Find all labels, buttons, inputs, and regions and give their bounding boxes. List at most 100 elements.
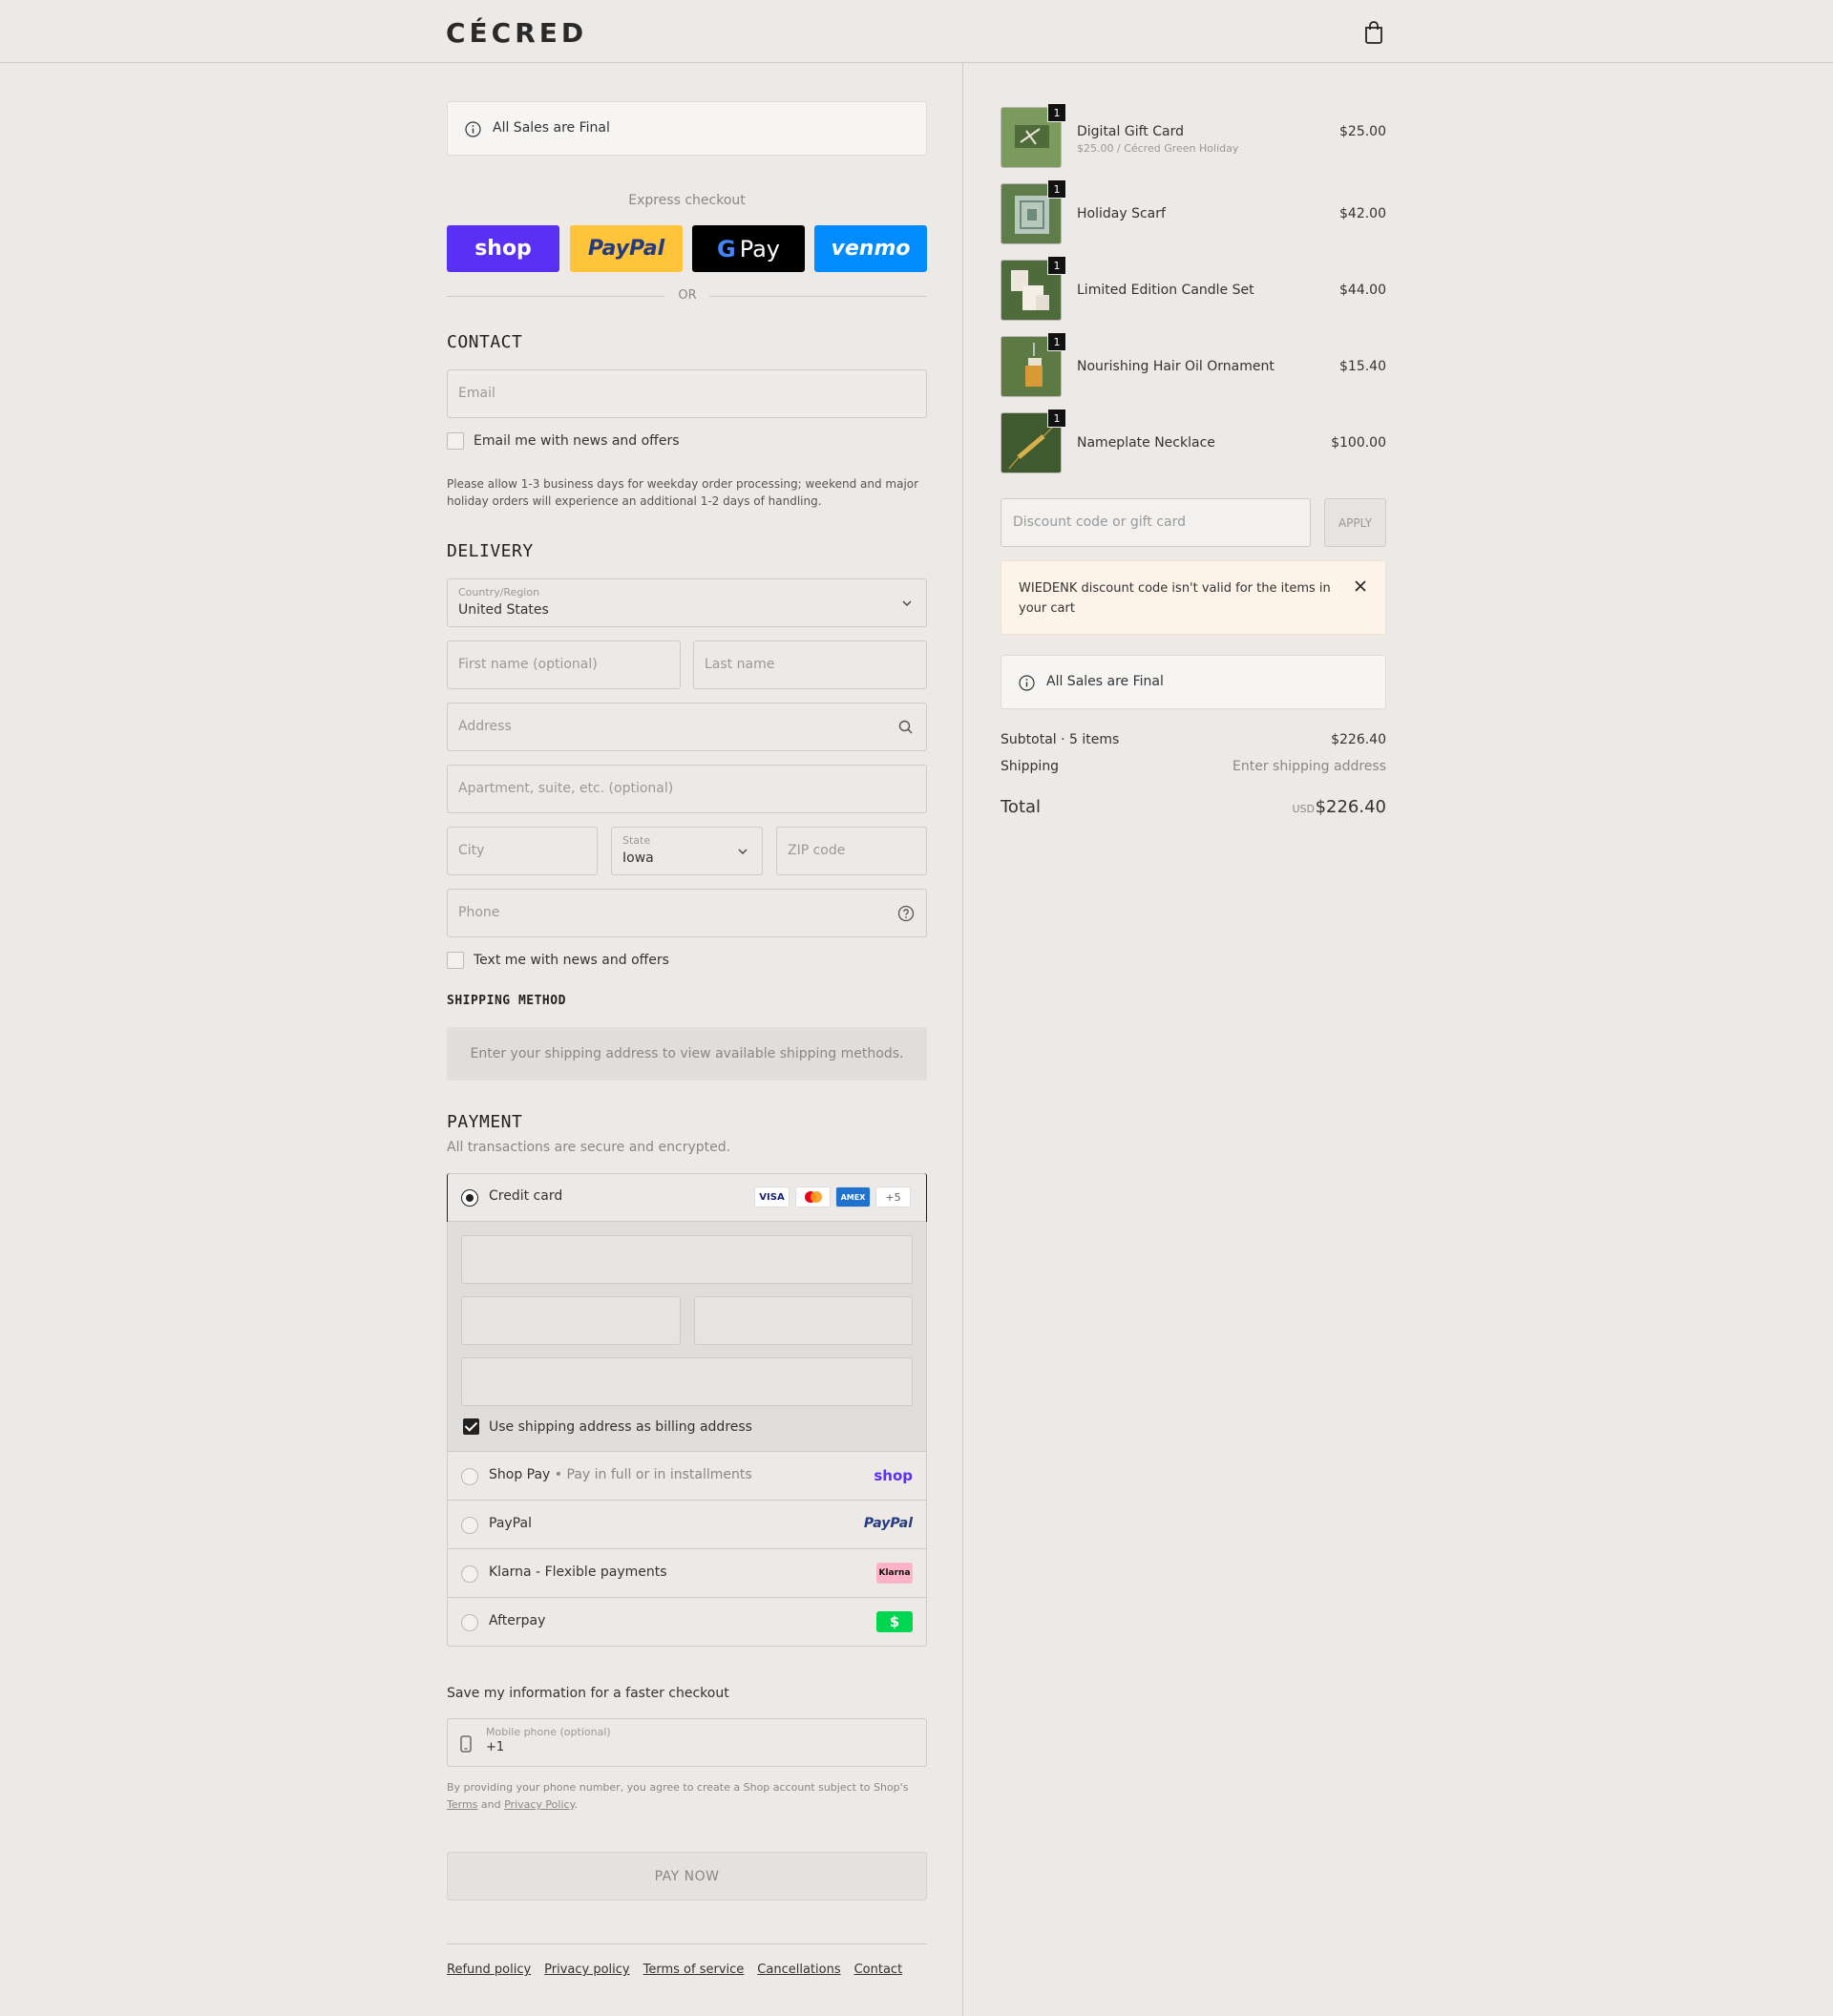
credit-card-radio[interactable] bbox=[461, 1189, 478, 1207]
klarna-option[interactable]: Klarna - Flexible payments Klarna bbox=[448, 1548, 926, 1597]
legal-and: and bbox=[480, 1798, 501, 1811]
item-name: Holiday Scarf bbox=[1077, 206, 1166, 221]
shop-legal-text: By providing your phone number, you agre… bbox=[447, 1781, 909, 1811]
pay-now-button[interactable]: PAY NOW bbox=[447, 1852, 927, 1900]
country-value: United States bbox=[458, 602, 549, 618]
shop-pay-button[interactable]: shop bbox=[447, 225, 559, 272]
payment-methods: Credit card VISA AMEX +5 Use shipping ad… bbox=[447, 1173, 927, 1647]
paypal-label: PayPal bbox=[489, 1516, 532, 1531]
item-price: $15.40 bbox=[1339, 359, 1386, 374]
paypal-radio[interactable] bbox=[461, 1517, 478, 1534]
card-cvv-input[interactable] bbox=[694, 1296, 913, 1345]
express-checkout-label: Express checkout bbox=[628, 193, 746, 208]
shopping-bag-icon[interactable] bbox=[1363, 21, 1384, 44]
zip-placeholder: ZIP code bbox=[788, 843, 846, 858]
email-placeholder: Email bbox=[458, 386, 495, 401]
apartment-field[interactable]: Apartment, suite, etc. (optional) bbox=[447, 765, 927, 813]
visa-icon: VISA bbox=[754, 1186, 790, 1208]
venmo-button[interactable]: venmo bbox=[814, 225, 927, 272]
sales-final-notice: All Sales are Final bbox=[447, 101, 927, 156]
shipping-value: Enter shipping address bbox=[1233, 759, 1386, 774]
phone-placeholder: Phone bbox=[458, 905, 500, 920]
country-select[interactable]: Country/Region United States bbox=[447, 578, 927, 627]
zip-field[interactable]: ZIP code bbox=[776, 827, 927, 875]
sms-optin[interactable]: Text me with news and offers bbox=[447, 951, 669, 970]
item-name: Digital Gift Card bbox=[1077, 124, 1184, 139]
afterpay-radio[interactable] bbox=[461, 1614, 478, 1631]
billing-same-checkbox[interactable] bbox=[463, 1418, 479, 1435]
chevron-down-icon bbox=[738, 849, 748, 854]
mobile-phone-icon bbox=[460, 1735, 472, 1753]
cash-app-icon: $ bbox=[876, 1611, 913, 1632]
google-pay-button[interactable]: G Pay bbox=[692, 225, 805, 272]
apply-discount-button[interactable]: APPLY bbox=[1324, 498, 1386, 547]
cart-item: 1 Digital Gift Card $25.00 / Cécred Gree… bbox=[1001, 103, 1386, 168]
mobile-phone-value: +1 bbox=[486, 1740, 505, 1754]
shop-pay-option[interactable]: Shop Pay • Pay in full or in installment… bbox=[448, 1451, 926, 1500]
discount-error-banner: WIEDENK discount code isn't valid for th… bbox=[1001, 560, 1386, 635]
card-name-input[interactable] bbox=[461, 1357, 913, 1406]
shop-pay-radio[interactable] bbox=[461, 1468, 478, 1485]
terms-of-service-link[interactable]: Terms of service bbox=[643, 1963, 745, 1977]
refund-policy-link[interactable]: Refund policy bbox=[447, 1963, 531, 1977]
privacy-policy-link[interactable]: Privacy policy bbox=[544, 1963, 629, 1977]
shipping-method-message: Enter your shipping address to view avai… bbox=[447, 1027, 927, 1081]
last-name-field[interactable]: Last name bbox=[693, 640, 927, 689]
or-divider: OR bbox=[447, 286, 927, 305]
paypal-option[interactable]: PayPal PayPal bbox=[448, 1500, 926, 1548]
item-name: Nameplate Necklace bbox=[1077, 435, 1215, 451]
save-info-title: Save my information for a faster checkou… bbox=[447, 1686, 729, 1701]
item-name: Nourishing Hair Oil Ornament bbox=[1077, 359, 1275, 374]
quantity-badge: 1 bbox=[1047, 409, 1066, 428]
last-name-placeholder: Last name bbox=[705, 657, 775, 672]
email-optin-checkbox[interactable] bbox=[447, 432, 464, 450]
apartment-placeholder: Apartment, suite, etc. (optional) bbox=[458, 781, 674, 796]
paypal-button[interactable]: PayPal bbox=[570, 225, 683, 272]
country-label: Country/Region bbox=[458, 586, 540, 598]
google-g-icon: G bbox=[716, 235, 736, 262]
billing-same-option[interactable]: Use shipping address as billing address bbox=[463, 1418, 752, 1435]
klarna-label: Klarna - Flexible payments bbox=[489, 1564, 667, 1580]
header: CÉCRED bbox=[0, 0, 1833, 63]
city-field[interactable]: City bbox=[447, 827, 598, 875]
close-icon[interactable] bbox=[1353, 578, 1368, 594]
or-line-right bbox=[709, 296, 927, 297]
cancellations-link[interactable]: Cancellations bbox=[757, 1963, 840, 1977]
discount-placeholder: Discount code or gift card bbox=[1013, 514, 1186, 530]
item-variant: $25.00 / Cécred Green Holiday bbox=[1077, 142, 1239, 155]
or-line-left bbox=[447, 296, 664, 297]
item-price: $44.00 bbox=[1339, 283, 1386, 298]
email-optin[interactable]: Email me with news and offers bbox=[447, 431, 680, 451]
shop-pay-name: Shop Pay bbox=[489, 1467, 551, 1482]
payment-subtitle: All transactions are secure and encrypte… bbox=[447, 1140, 731, 1155]
phone-field[interactable]: Phone bbox=[447, 889, 927, 937]
afterpay-option[interactable]: Afterpay $ bbox=[448, 1597, 926, 1646]
subtotal-label: Subtotal · 5 items bbox=[1001, 732, 1120, 747]
klarna-radio[interactable] bbox=[461, 1565, 478, 1583]
card-number-input[interactable] bbox=[461, 1235, 913, 1284]
discount-code-input[interactable]: Discount code or gift card bbox=[1001, 498, 1311, 547]
mobile-phone-label: Mobile phone (optional) bbox=[486, 1726, 611, 1738]
card-expiry-input[interactable] bbox=[461, 1296, 681, 1345]
help-icon[interactable] bbox=[897, 905, 915, 922]
credit-card-option[interactable]: Credit card VISA AMEX +5 bbox=[447, 1173, 927, 1222]
shop-pay-label: Shop Pay • Pay in full or in installment… bbox=[489, 1467, 752, 1482]
brand-logo[interactable]: CÉCRED bbox=[446, 17, 587, 49]
klarna-logo: Klarna bbox=[876, 1563, 913, 1584]
subtotal-value: $226.40 bbox=[1331, 732, 1386, 747]
payment-title: PAYMENT bbox=[447, 1112, 523, 1132]
info-icon bbox=[465, 121, 481, 137]
sms-optin-checkbox[interactable] bbox=[447, 952, 464, 969]
terms-link[interactable]: Terms bbox=[447, 1798, 477, 1811]
state-select[interactable]: State Iowa bbox=[611, 827, 763, 875]
legal-prefix: By providing your phone number, you agre… bbox=[447, 1781, 909, 1794]
email-field[interactable]: Email bbox=[447, 369, 927, 418]
or-text: OR bbox=[678, 288, 697, 303]
first-name-field[interactable]: First name (optional) bbox=[447, 640, 681, 689]
contact-link[interactable]: Contact bbox=[854, 1963, 903, 1977]
mobile-phone-field[interactable]: Mobile phone (optional) +1 bbox=[447, 1718, 927, 1767]
privacy-link[interactable]: Privacy Policy bbox=[504, 1798, 574, 1811]
address-field[interactable]: Address bbox=[447, 703, 927, 751]
item-price: $42.00 bbox=[1339, 206, 1386, 221]
cart-item: 1 Nameplate Necklace $100.00 bbox=[1001, 409, 1386, 473]
